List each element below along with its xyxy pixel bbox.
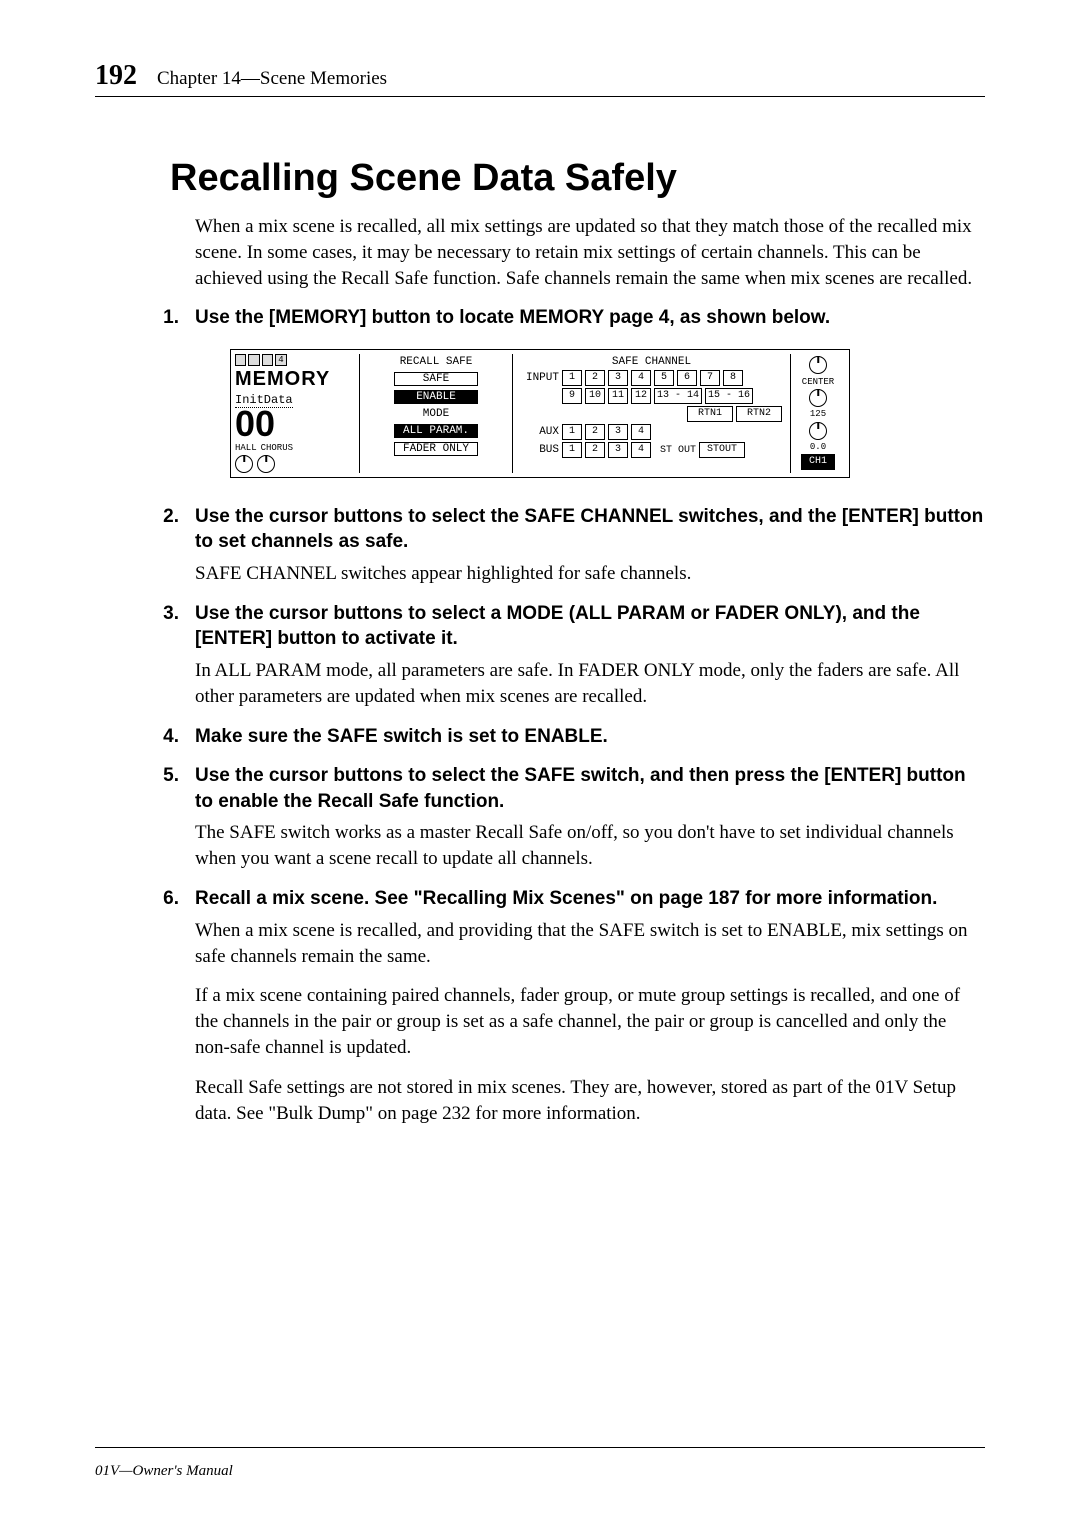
lcd-stout-switch[interactable]: STOUT [699, 442, 745, 458]
step-number: 2. [95, 504, 195, 555]
lcd-chorus-label: CHORUS [261, 443, 293, 453]
section-heading: Recalling Scene Data Safely [170, 157, 985, 200]
lcd-input-ch[interactable]: 15 - 16 [705, 388, 753, 404]
step-body: SAFE CHANNEL switches appear highlighted… [195, 561, 985, 587]
knob-icon [235, 455, 253, 473]
lcd-bus-ch[interactable]: 4 [631, 442, 651, 458]
lcd-aux-label: AUX [521, 426, 559, 438]
lcd-bus-ch[interactable]: 2 [585, 442, 605, 458]
step-instruction: Use the [MEMORY] button to locate MEMORY… [195, 305, 985, 331]
lcd-bus-label: BUS [521, 444, 559, 456]
lcd-aux-ch[interactable]: 3 [608, 424, 628, 440]
lcd-scene-number: 00 [235, 408, 355, 440]
steps-list: 1. Use the [MEMORY] button to locate MEM… [95, 305, 985, 1126]
lcd-rtn2-switch[interactable]: RTN2 [736, 406, 782, 422]
lcd-all-param-switch[interactable]: ALL PARAM. [394, 424, 478, 438]
lcd-input-ch[interactable]: 11 [608, 388, 628, 404]
step-body: When a mix scene is recalled, and provid… [195, 918, 985, 970]
lcd-stout-label: ST OUT [660, 445, 696, 456]
step-number: 4. [95, 724, 195, 750]
lcd-input-ch[interactable]: 5 [654, 370, 674, 386]
step-number: 6. [95, 886, 195, 912]
lcd-center-label: CENTER [802, 377, 834, 387]
lcd-ch-indicator: CH1 [801, 454, 835, 470]
step-instruction: Make sure the SAFE switch is set to ENAB… [195, 724, 985, 750]
lcd-tab-active: 4 [275, 354, 286, 366]
step-number: 5. [95, 763, 195, 814]
knob-icon [257, 455, 275, 473]
knob-icon [809, 356, 827, 374]
lcd-safe-switch[interactable]: SAFE [394, 372, 478, 386]
footer-rule [95, 1447, 985, 1448]
lcd-memory-label: MEMORY [235, 368, 355, 391]
lcd-aux-ch[interactable]: 1 [562, 424, 582, 440]
lcd-input-label: INPUT [521, 372, 559, 384]
lcd-far-value: 0.0 [810, 442, 826, 452]
step-number: 3. [95, 601, 195, 652]
page-header: 192 Chapter 14—Scene Memories [95, 60, 985, 97]
lcd-safe-channel-header: SAFE CHANNEL [521, 356, 782, 368]
step-instruction: Use the cursor buttons to select the SAF… [195, 763, 985, 814]
step-body: In ALL PARAM mode, all parameters are sa… [195, 658, 985, 710]
lcd-mode-label: MODE [395, 408, 477, 420]
step-number: 1. [95, 305, 195, 331]
lcd-input-ch[interactable]: 13 - 14 [654, 388, 702, 404]
step-body: The SAFE switch works as a master Recall… [195, 820, 985, 872]
lcd-input-ch[interactable]: 6 [677, 370, 697, 386]
chapter-title: Chapter 14—Scene Memories [157, 68, 387, 90]
lcd-rtn1-switch[interactable]: RTN1 [687, 406, 733, 422]
intro-paragraph: When a mix scene is recalled, all mix se… [195, 214, 985, 291]
lcd-enable-switch[interactable]: ENABLE [394, 390, 478, 404]
lcd-input-ch[interactable]: 3 [608, 370, 628, 386]
step-instruction: Use the cursor buttons to select a MODE … [195, 601, 985, 652]
knob-icon [809, 422, 827, 440]
step-instruction: Use the cursor buttons to select the SAF… [195, 504, 985, 555]
lcd-center-num: 125 [810, 409, 826, 419]
lcd-hall-label: HALL [235, 443, 257, 453]
lcd-input-ch[interactable]: 7 [700, 370, 720, 386]
lcd-input-ch[interactable]: 1 [562, 370, 582, 386]
lcd-bus-ch[interactable]: 3 [608, 442, 628, 458]
lcd-input-ch[interactable]: 2 [585, 370, 605, 386]
lcd-input-ch[interactable]: 8 [723, 370, 743, 386]
lcd-figure: 4 MEMORY InitData 00 HALL CHORUS [95, 349, 985, 477]
lcd-input-ch[interactable]: 10 [585, 388, 605, 404]
step-instruction: Recall a mix scene. See "Recalling Mix S… [195, 886, 985, 912]
step-body: Recall Safe settings are not stored in m… [195, 1075, 985, 1127]
lcd-aux-ch[interactable]: 2 [585, 424, 605, 440]
lcd-fader-only-switch[interactable]: FADER ONLY [394, 442, 478, 456]
knob-icon [809, 389, 827, 407]
lcd-aux-ch[interactable]: 4 [631, 424, 651, 440]
lcd-recall-safe-title: RECALL SAFE [400, 356, 473, 368]
lcd-input-ch[interactable]: 4 [631, 370, 651, 386]
footer-text: 01V—Owner's Manual [95, 1463, 233, 1480]
lcd-bus-ch[interactable]: 1 [562, 442, 582, 458]
page-number: 192 [95, 60, 137, 92]
lcd-input-ch[interactable]: 9 [562, 388, 582, 404]
lcd-input-ch[interactable]: 12 [631, 388, 651, 404]
step-body: If a mix scene containing paired channel… [195, 983, 985, 1060]
